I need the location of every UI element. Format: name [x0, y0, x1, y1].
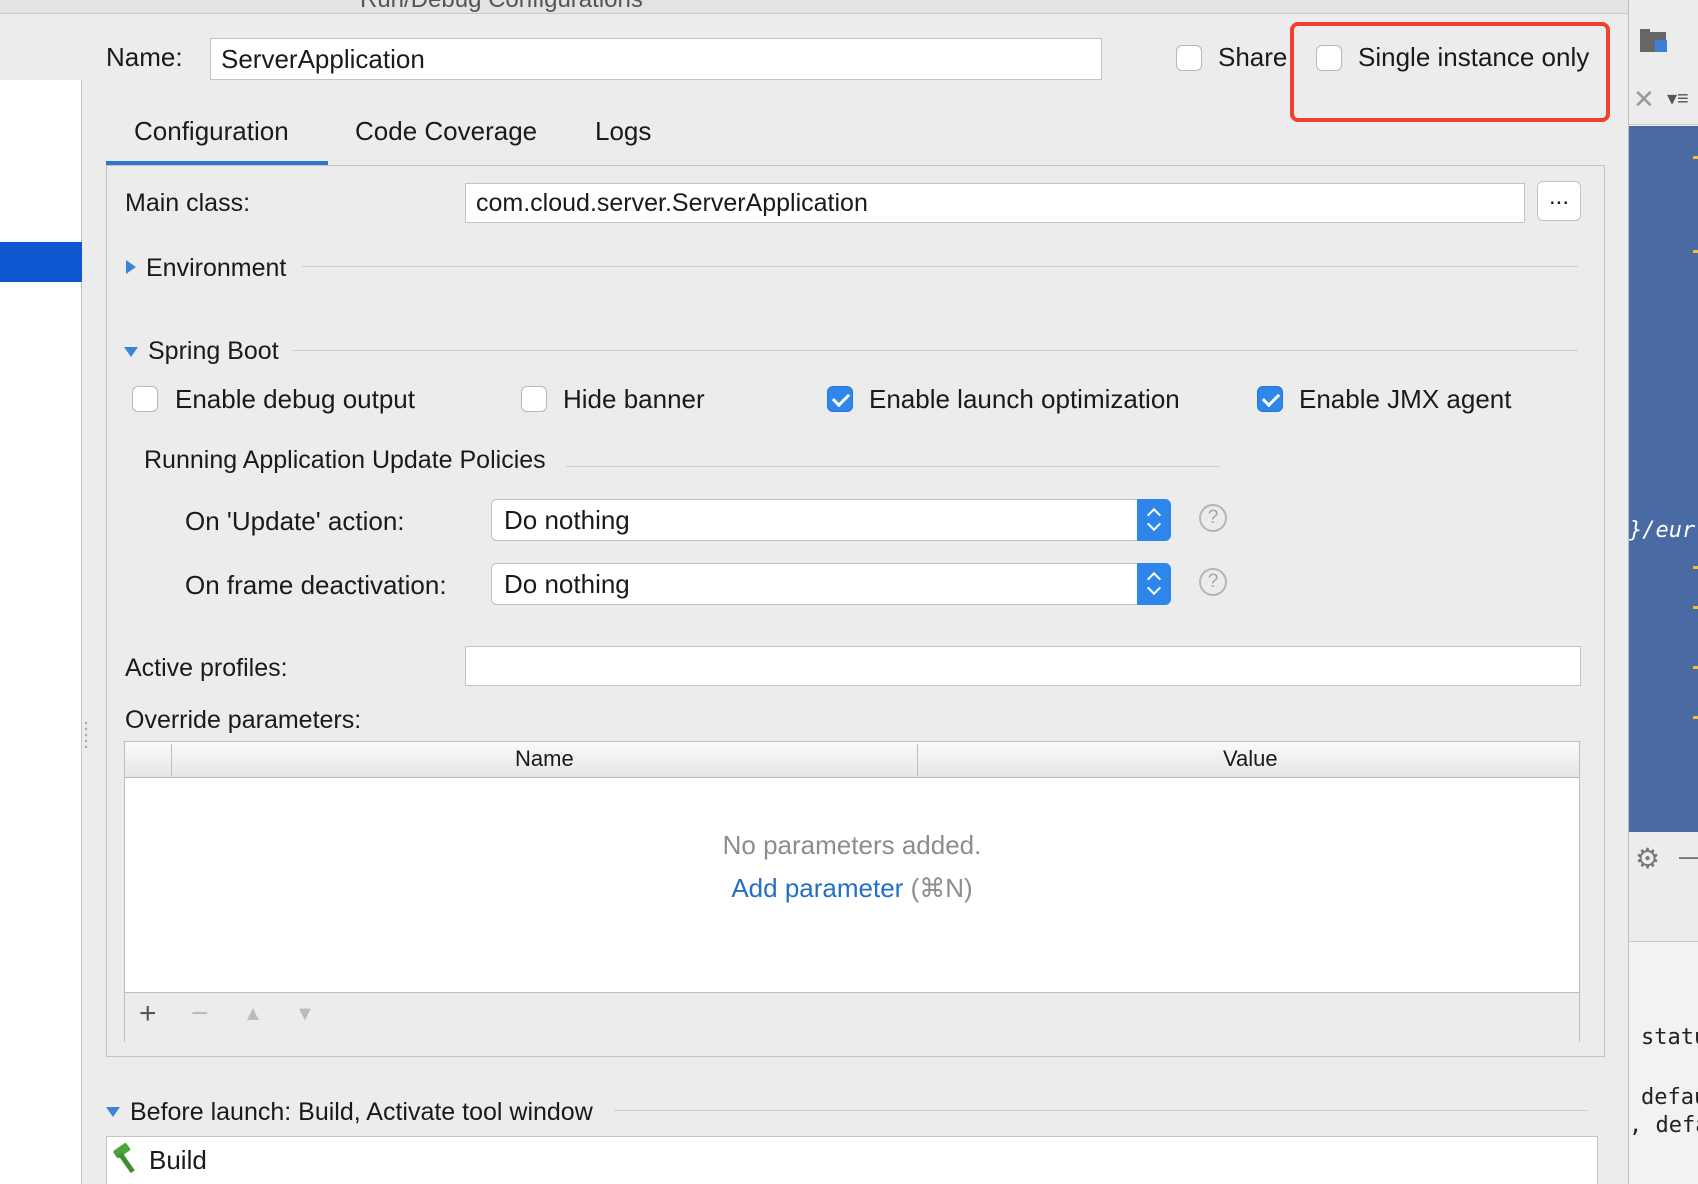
- dropdown-menu-icon[interactable]: ▾≡: [1667, 86, 1689, 111]
- collapse-arrow-icon[interactable]: [124, 347, 138, 357]
- background-editor: ✕ ▾≡ }/eur ⚙ — statu defau , defa: [1628, 0, 1698, 1184]
- on-frame-deactivation-label: On frame deactivation:: [185, 570, 447, 600]
- tab-configuration[interactable]: Configuration: [134, 116, 289, 147]
- update-policies-heading: Running Application Update Policies: [144, 446, 546, 474]
- move-down-icon[interactable]: ▼: [295, 1003, 315, 1026]
- table-toolbar: + − ▲ ▼: [125, 992, 1579, 1042]
- select-arrows-icon: [1137, 499, 1171, 541]
- enable-launch-optimization-checkbox[interactable]: [827, 386, 853, 412]
- enable-launch-optimization-label: Enable launch optimization: [869, 384, 1180, 414]
- column-header-name[interactable]: Name: [515, 746, 574, 772]
- override-parameters-table[interactable]: Name Value No parameters added. Add para…: [124, 741, 1580, 1042]
- move-up-icon[interactable]: ▲: [243, 1003, 263, 1026]
- on-update-value: Do nothing: [504, 505, 630, 535]
- hide-banner-checkbox[interactable]: [521, 386, 547, 412]
- share-checkbox[interactable]: [1176, 45, 1202, 71]
- hide-banner-label: Hide banner: [563, 384, 705, 414]
- editor-text-line: , defa: [1629, 1113, 1698, 1138]
- expand-arrow-icon[interactable]: [126, 260, 136, 274]
- add-parameter-shortcut: (⌘N): [910, 873, 973, 903]
- enable-jmx-agent-label: Enable JMX agent: [1299, 384, 1512, 414]
- select-arrows-icon: [1137, 563, 1171, 605]
- help-icon[interactable]: ?: [1199, 568, 1227, 596]
- before-launch-list[interactable]: Build: [106, 1136, 1598, 1184]
- main-class-input[interactable]: com.cloud.server.ServerApplication: [465, 183, 1525, 223]
- close-icon[interactable]: ✕: [1633, 84, 1655, 115]
- add-icon[interactable]: +: [139, 997, 157, 1031]
- hammer-icon: [113, 1143, 135, 1173]
- remove-icon[interactable]: −: [191, 997, 209, 1031]
- enable-debug-output-label: Enable debug output: [175, 384, 415, 414]
- share-label: Share: [1218, 42, 1288, 72]
- spring-boot-section-label[interactable]: Spring Boot: [148, 337, 279, 366]
- editor-url-fragment: }/eur: [1629, 518, 1696, 543]
- main-class-label: Main class:: [125, 189, 251, 217]
- active-profiles-label: Active profiles:: [125, 654, 288, 682]
- code-area: }/eur: [1629, 126, 1698, 832]
- minimize-icon[interactable]: —: [1679, 840, 1698, 872]
- before-launch-item-build[interactable]: Build: [149, 1145, 207, 1176]
- active-profiles-input[interactable]: [465, 646, 1581, 686]
- name-input[interactable]: ServerApplication: [210, 38, 1102, 80]
- enable-debug-output-checkbox[interactable]: [132, 386, 158, 412]
- tab-logs[interactable]: Logs: [595, 116, 651, 147]
- enable-jmx-agent-checkbox[interactable]: [1257, 386, 1283, 412]
- on-update-label: On 'Update' action:: [185, 506, 405, 536]
- highlight-box: [1290, 22, 1610, 122]
- help-icon[interactable]: ?: [1199, 504, 1227, 532]
- add-parameter-link[interactable]: Add parameter: [731, 873, 903, 903]
- window-title-bar: Run/Debug Configurations: [0, 0, 1628, 14]
- editor-toolbar: ✕ ▾≡: [1629, 0, 1698, 125]
- tab-code-coverage[interactable]: Code Coverage: [355, 116, 537, 147]
- browse-main-class-button[interactable]: ...: [1537, 181, 1581, 221]
- tree-selected-item[interactable]: [0, 242, 82, 282]
- on-frame-deactivation-value: Do nothing: [504, 569, 630, 599]
- name-label: Name:: [106, 42, 183, 72]
- gear-icon[interactable]: ⚙: [1635, 842, 1660, 875]
- add-parameter-row: Add parameter (⌘N): [125, 873, 1579, 904]
- before-launch-label[interactable]: Before launch: Build, Activate tool wind…: [130, 1098, 593, 1127]
- window-title: Run/Debug Configurations: [360, 0, 643, 13]
- table-header: Name Value: [125, 742, 1579, 778]
- editor-text-line: statu: [1641, 1025, 1698, 1050]
- empty-table-message: No parameters added.: [722, 830, 982, 860]
- collapse-arrow-icon[interactable]: [106, 1107, 120, 1117]
- editor-text-line: defau: [1641, 1085, 1698, 1110]
- splitter-handle[interactable]: [84, 720, 88, 748]
- environment-section-label[interactable]: Environment: [146, 254, 286, 283]
- editor-gutter: ⚙ —: [1629, 832, 1698, 942]
- on-frame-deactivation-select[interactable]: Do nothing: [491, 563, 1171, 605]
- override-parameters-label: Override parameters:: [125, 706, 362, 734]
- column-header-value[interactable]: Value: [1223, 746, 1278, 772]
- folder-icon: [1640, 29, 1667, 52]
- on-update-select[interactable]: Do nothing: [491, 499, 1171, 541]
